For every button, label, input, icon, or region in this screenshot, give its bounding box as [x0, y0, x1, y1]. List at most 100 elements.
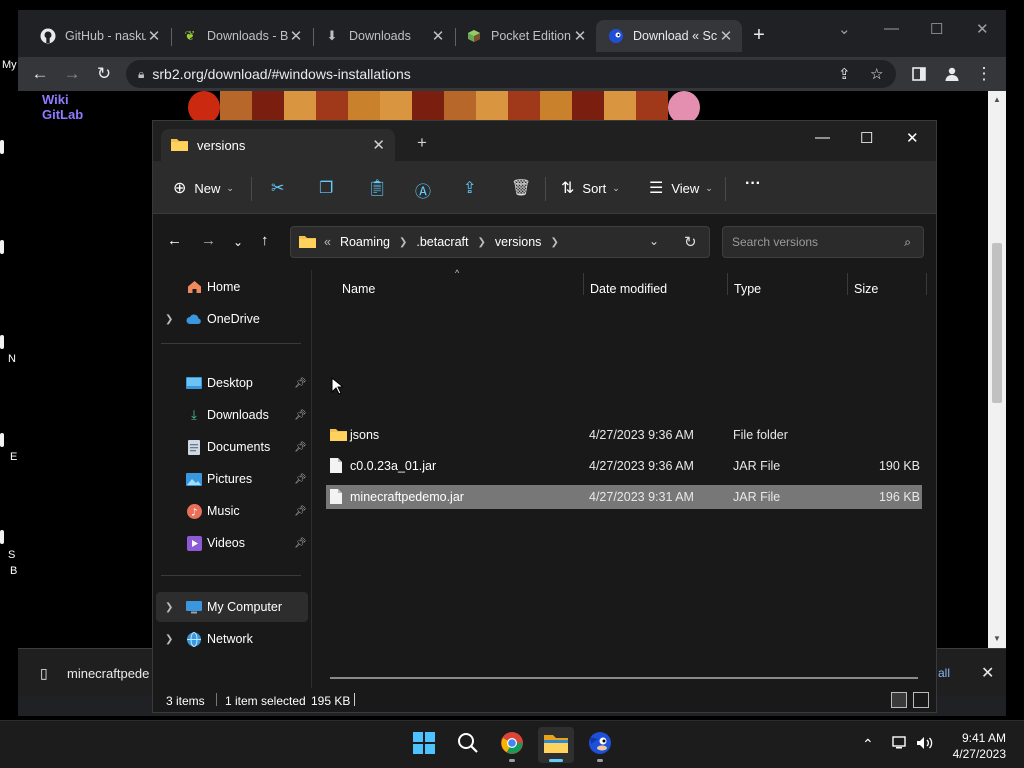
back-icon[interactable]: ←: [29, 63, 51, 85]
up-icon[interactable]: ↑: [261, 232, 269, 249]
chrome-taskbar-button[interactable]: [494, 727, 530, 763]
file-explorer-taskbar-button[interactable]: [538, 727, 574, 763]
browser-tab[interactable]: ⬇ Downloads ✕: [312, 20, 454, 52]
srb2-taskbar-button[interactable]: [582, 727, 618, 763]
column-header-date[interactable]: Date modified: [590, 282, 667, 296]
sidebar-item-downloads[interactable]: ⤓ Downloads 📌︎: [153, 400, 310, 430]
chevron-right-icon[interactable]: ❯: [550, 237, 558, 248]
sidebar-item-desktop[interactable]: Desktop 📌︎: [153, 368, 310, 398]
volume-icon[interactable]: [916, 736, 934, 753]
system-clock[interactable]: 9:41 AM 4/27/2023: [944, 730, 1006, 762]
chevron-right-icon[interactable]: ❯: [478, 237, 486, 248]
share-button[interactable]: ⇪: [463, 178, 484, 198]
breadcrumb-overflow[interactable]: «: [324, 235, 331, 249]
minimize-icon[interactable]: —: [884, 20, 899, 37]
sidebar-item-documents[interactable]: Documents 📌︎: [153, 432, 310, 462]
file-row[interactable]: jsons 4/27/2023 9:36 AM File folder: [326, 423, 922, 447]
column-divider[interactable]: [583, 273, 584, 295]
forward-icon[interactable]: →: [201, 232, 216, 249]
copy-button[interactable]: ❐: [319, 178, 341, 198]
search-input[interactable]: Search versions ⌕: [722, 226, 924, 258]
close-download-bar-icon[interactable]: ✕: [981, 663, 994, 683]
show-all-link[interactable]: all: [938, 666, 950, 680]
sidebar-item-music[interactable]: ♪ Music 📌︎: [153, 496, 310, 526]
close-icon[interactable]: ✕: [718, 27, 734, 45]
address-bar[interactable]: 🔒︎ srb2.org/download/#windows-installati…: [126, 60, 896, 88]
bookmark-star-icon[interactable]: ☆: [870, 65, 883, 83]
column-header-name[interactable]: Name: [342, 282, 375, 296]
chevron-down-icon[interactable]: ⌄: [649, 234, 659, 248]
more-options-button[interactable]: ···: [745, 175, 761, 193]
file-row[interactable]: c0.0.23a_01.jar 4/27/2023 9:36 AM JAR Fi…: [326, 454, 922, 478]
sidebar-item-pictures[interactable]: Pictures 📌︎: [153, 464, 310, 494]
breadcrumb-betacraft[interactable]: .betacraft: [416, 235, 468, 249]
sidebar-item-home[interactable]: Home: [153, 272, 310, 302]
cut-button[interactable]: ✂: [271, 178, 292, 198]
browser-tab[interactable]: GitHub - nasku ✕: [28, 20, 170, 52]
close-window-icon[interactable]: ✕: [906, 129, 919, 147]
file-row-selected[interactable]: minecraftpedemo.jar 4/27/2023 9:31 AM JA…: [326, 485, 922, 509]
explorer-tab[interactable]: versions ✕: [161, 129, 395, 161]
column-header-size[interactable]: Size: [854, 282, 878, 296]
close-tab-icon[interactable]: ✕: [372, 136, 385, 154]
address-breadcrumb[interactable]: « Roaming ❯ .betacraft ❯ versions ❯ ⌄ ↻: [290, 226, 710, 258]
reload-icon[interactable]: ↻: [93, 63, 115, 85]
recent-locations-icon[interactable]: ⌄: [233, 235, 243, 249]
chevron-right-icon[interactable]: ❯: [399, 237, 407, 248]
refresh-icon[interactable]: ↻: [684, 233, 697, 251]
back-icon[interactable]: ←: [167, 232, 182, 249]
menu-kebab-icon[interactable]: ⋮: [973, 63, 995, 85]
horizontal-scrollbar[interactable]: [330, 677, 918, 679]
scroll-thumb[interactable]: [992, 243, 1002, 403]
minimize-icon[interactable]: —: [815, 129, 830, 146]
view-button[interactable]: ☰ View ⌄: [649, 178, 713, 198]
maximize-icon[interactable]: ☐: [930, 20, 943, 38]
desktop-icon[interactable]: [0, 240, 4, 254]
desktop-icon[interactable]: [0, 335, 4, 349]
browser-tab-active[interactable]: Download « Sc ✕: [596, 20, 742, 52]
close-window-icon[interactable]: ✕: [976, 20, 989, 38]
breadcrumb-versions[interactable]: versions: [495, 235, 542, 249]
column-header-type[interactable]: Type: [734, 282, 761, 296]
close-icon[interactable]: ✕: [146, 27, 162, 45]
maximize-icon[interactable]: ☐: [860, 129, 873, 147]
sidebar-item-network[interactable]: ❯ Network: [153, 624, 310, 654]
details-view-icon[interactable]: [891, 692, 907, 708]
network-status-icon[interactable]: [892, 736, 908, 753]
browser-tab[interactable]: Pocket Edition ✕: [454, 20, 596, 52]
new-tab-icon[interactable]: +: [417, 133, 427, 153]
column-divider[interactable]: [847, 273, 848, 295]
sidebar-item-videos[interactable]: Videos 📌︎: [153, 528, 310, 558]
column-divider[interactable]: [926, 273, 927, 295]
new-tab-icon[interactable]: +: [748, 24, 770, 46]
browser-tab[interactable]: ❦ Downloads - B ✕: [170, 20, 312, 52]
chevron-right-icon[interactable]: ❯: [165, 634, 173, 645]
close-icon[interactable]: ✕: [572, 27, 588, 45]
chevron-right-icon[interactable]: ❯: [165, 314, 173, 325]
chevron-right-icon[interactable]: ❯: [165, 602, 173, 613]
new-button[interactable]: ⊕ New ⌄: [173, 178, 234, 198]
column-divider[interactable]: [727, 273, 728, 295]
delete-button[interactable]: 🗑︎: [511, 178, 539, 198]
gitlab-link[interactable]: GitLab: [42, 107, 83, 122]
forward-icon[interactable]: →: [61, 63, 83, 85]
sort-button[interactable]: ⇅ Sort ⌄: [561, 178, 620, 198]
tiles-view-icon[interactable]: [913, 692, 929, 708]
close-icon[interactable]: ✕: [430, 27, 446, 45]
share-icon[interactable]: ⇪: [838, 65, 851, 83]
profile-icon[interactable]: [941, 63, 963, 85]
desktop-icon[interactable]: [0, 140, 4, 154]
close-icon[interactable]: ✕: [288, 27, 304, 45]
sidebar-item-my-computer[interactable]: ❯ My Computer: [156, 592, 308, 622]
desktop-icon[interactable]: [0, 530, 4, 544]
show-hidden-icons-icon[interactable]: ⌃: [862, 736, 874, 753]
download-filename[interactable]: minecraftpede: [67, 666, 149, 681]
start-button[interactable]: [406, 727, 442, 763]
page-scrollbar[interactable]: ▲ ▼: [988, 91, 1006, 648]
desktop-icon[interactable]: [0, 433, 4, 447]
side-panel-icon[interactable]: [908, 63, 930, 85]
rename-button[interactable]: Ⓐ: [415, 178, 439, 202]
breadcrumb-roaming[interactable]: Roaming: [340, 235, 390, 249]
scroll-up-icon[interactable]: ▲: [993, 95, 1001, 104]
paste-button[interactable]: 📋︎: [367, 178, 395, 198]
